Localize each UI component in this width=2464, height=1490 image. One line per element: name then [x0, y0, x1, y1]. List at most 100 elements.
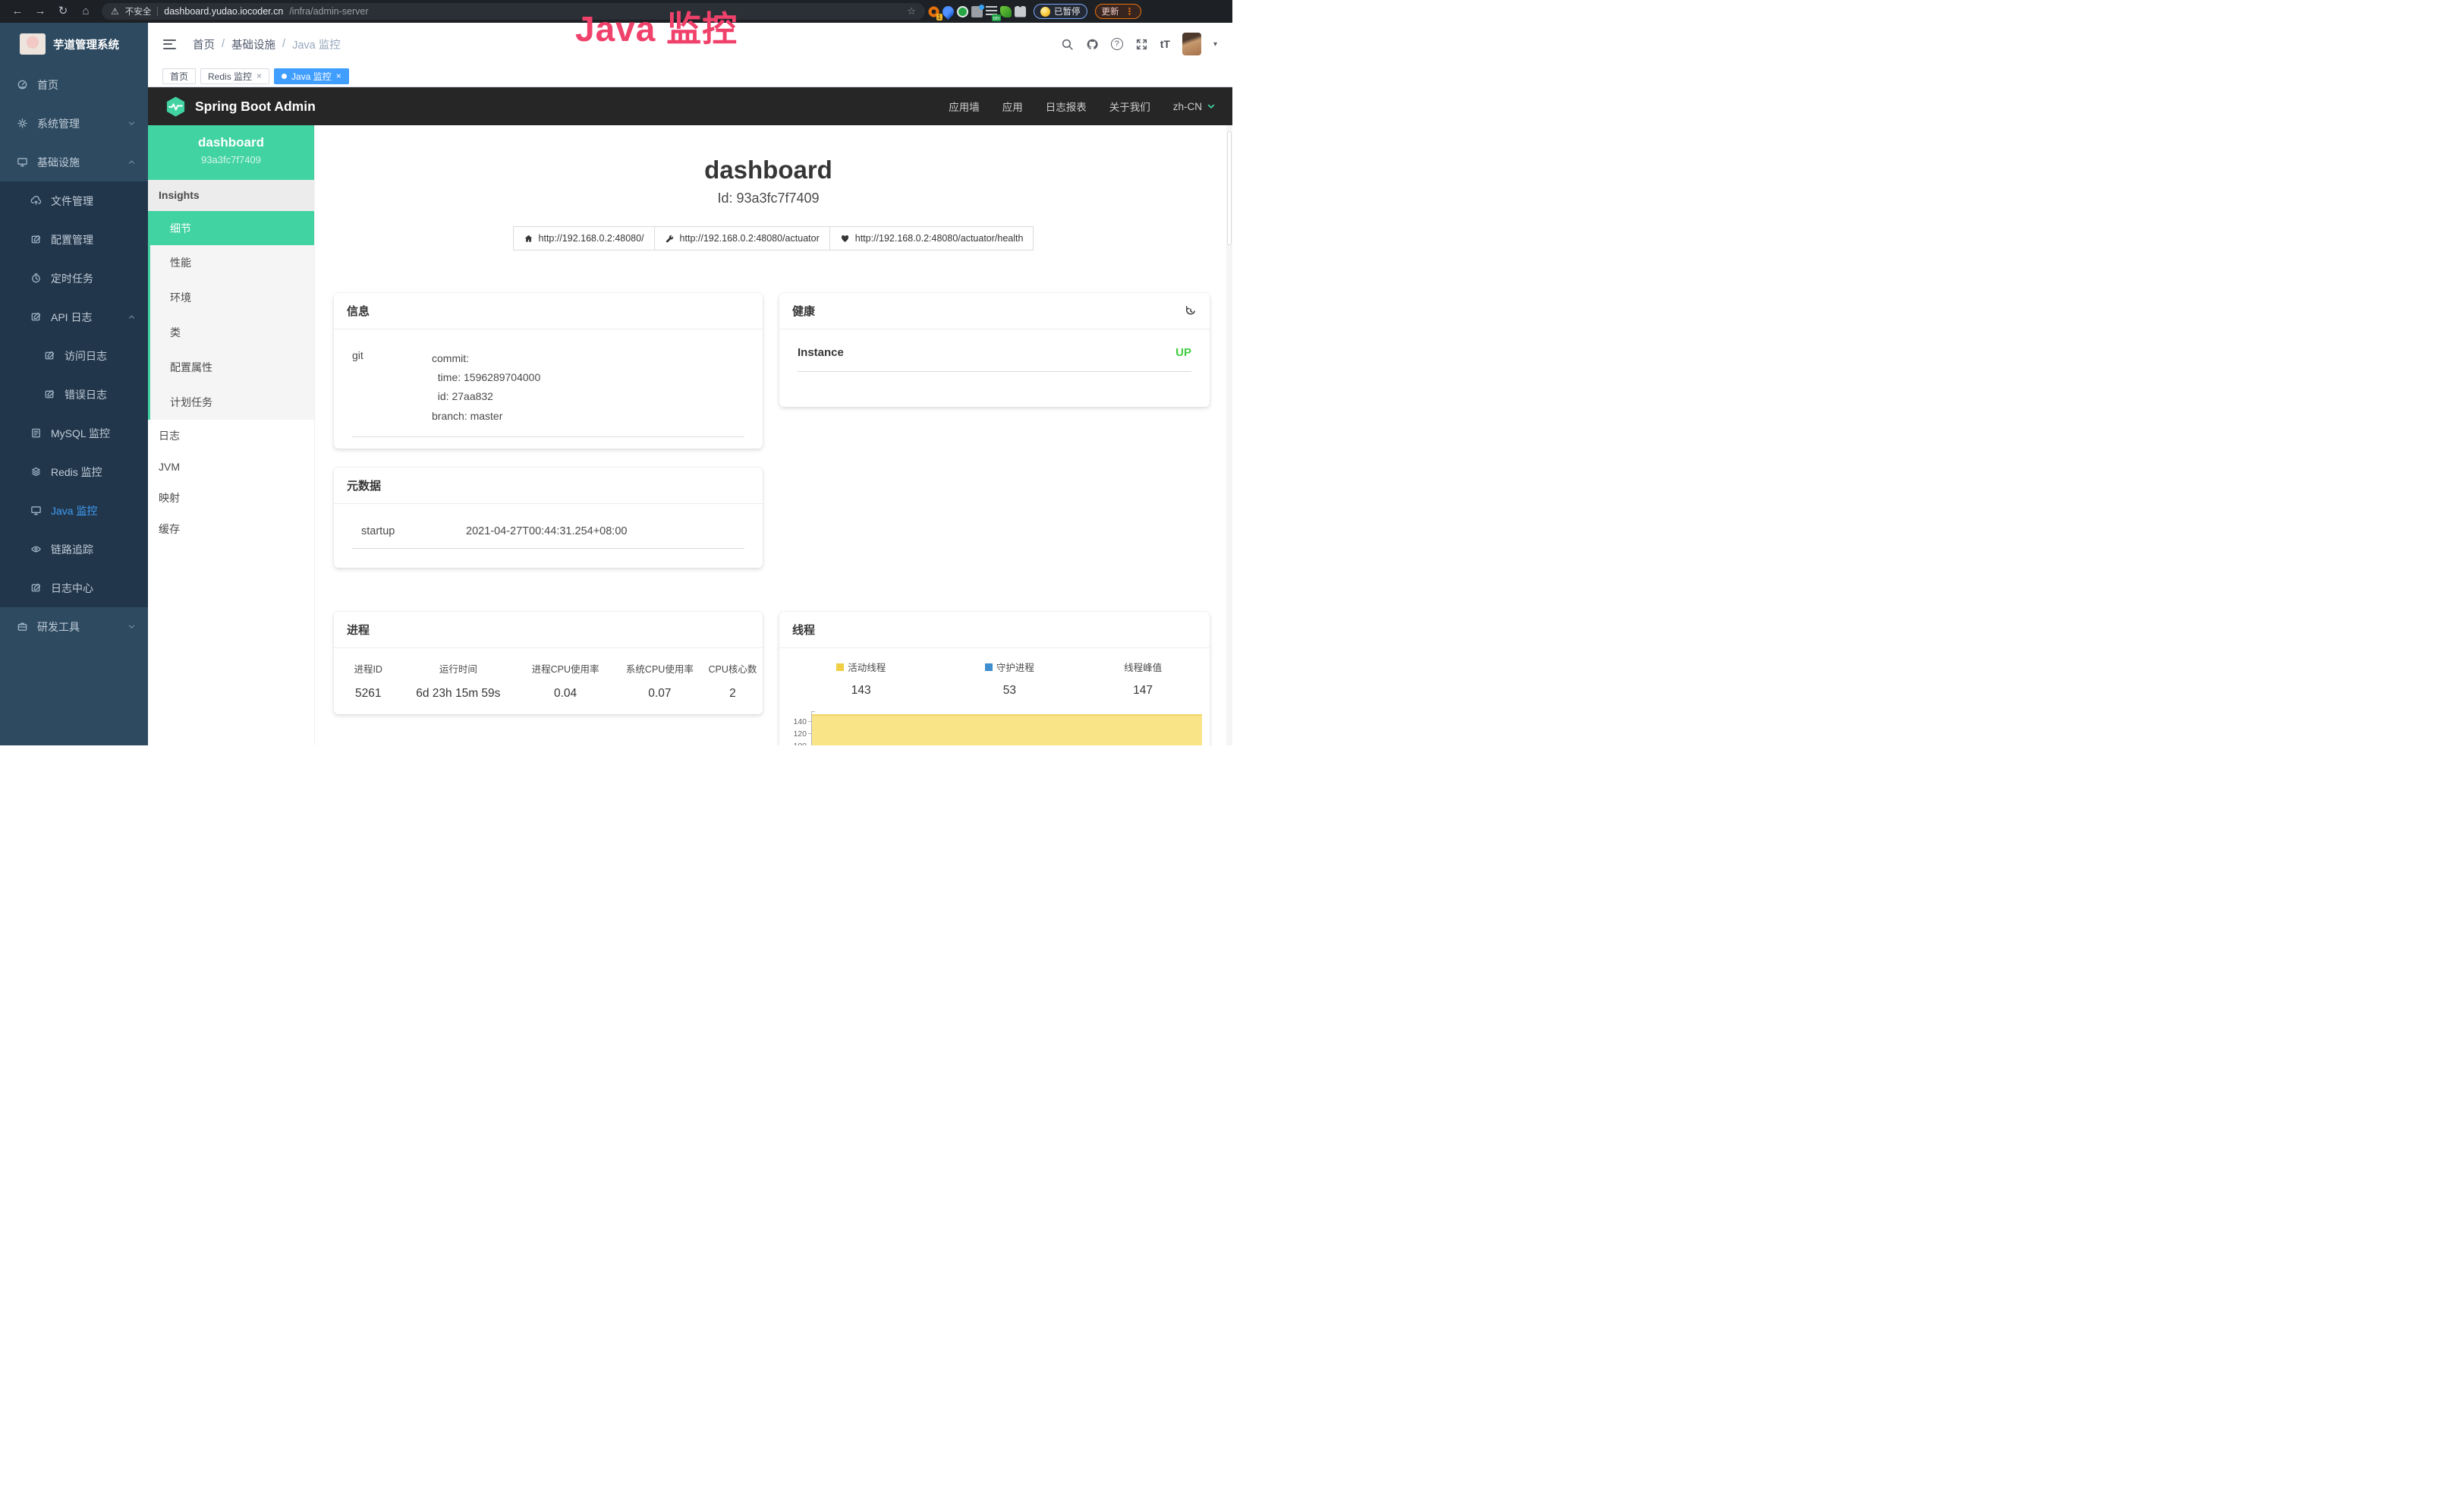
sba-section-insights[interactable]: Insights [148, 180, 314, 211]
sidebar-item-label: 定时任务 [51, 271, 93, 286]
heart-icon [840, 234, 850, 244]
health-url-button[interactable]: http://192.168.0.2:48080/actuator/health [829, 226, 1034, 250]
extension-icon[interactable]: 1 [928, 6, 939, 17]
divider [157, 7, 158, 16]
fullscreen-icon[interactable] [1135, 38, 1148, 51]
dashboard-icon [17, 79, 28, 90]
sba-nav-applications[interactable]: 应用 [1002, 99, 1023, 114]
service-url-button[interactable]: http://192.168.0.2:48080/ [513, 226, 655, 250]
spring-boot-admin-logo-icon [165, 96, 187, 118]
list-extension-icon[interactable]: on [986, 6, 997, 17]
sidebar-item-apilog[interactable]: API 日志 [0, 298, 148, 336]
chevron-down-icon [1207, 102, 1216, 111]
sba-brand-title[interactable]: Spring Boot Admin [195, 99, 316, 115]
sidebar-item-label: 链路追踪 [51, 542, 93, 557]
sba-item-metrics[interactable]: 性能 [150, 245, 314, 280]
live-threads-area [812, 714, 1202, 745]
sba-nav-journal[interactable]: 日志报表 [1046, 99, 1087, 114]
sba-item-mappings[interactable]: 映射 [148, 482, 314, 513]
sidebar-item-accesslog[interactable]: 访问日志 [0, 336, 148, 375]
browser-update-button[interactable]: 更新 ⋮ [1095, 4, 1141, 19]
sidebar-item-devtools[interactable]: 研发工具 [0, 607, 148, 646]
browser-forward-icon[interactable]: → [30, 0, 50, 23]
sidebar-item-logcenter[interactable]: 日志中心 [0, 569, 148, 607]
info-key: git [352, 349, 432, 426]
profile-paused-chip[interactable]: 已暂停 [1034, 4, 1087, 19]
legend-peak: 线程峰值 [1076, 660, 1210, 674]
sidebar-item-trace[interactable]: 链路追踪 [0, 530, 148, 569]
user-avatar[interactable] [1182, 33, 1201, 55]
menu-dots-icon[interactable]: ⋮ [1125, 6, 1134, 17]
tag-tab-home[interactable]: 首页 [162, 68, 196, 84]
sba-item-scheduled[interactable]: 计划任务 [150, 385, 314, 420]
sba-item-environment[interactable]: 环境 [150, 280, 314, 315]
sba-nav-wall[interactable]: 应用墙 [949, 99, 980, 114]
pin-extension-icon[interactable] [940, 3, 956, 19]
health-card: 健康 Instance UP [779, 293, 1210, 407]
process-headers: 进程ID 运行时间 进程CPU使用率 系统CPU使用率 CPU核心数 [334, 661, 763, 676]
language-selector[interactable]: zh-CN [1173, 101, 1216, 112]
security-label[interactable]: 不安全 [125, 5, 152, 17]
col-header: 运行时间 [402, 661, 514, 676]
sidebar-item-redis[interactable]: Redis 监控 [0, 452, 148, 491]
sba-item-caches[interactable]: 缓存 [148, 513, 314, 544]
sidebar-item-infra[interactable]: 基础设施 [0, 143, 148, 181]
actuator-url-button[interactable]: http://192.168.0.2:48080/actuator [654, 226, 830, 250]
browser-reload-icon[interactable]: ↻ [53, 0, 73, 23]
breadcrumb-infra[interactable]: 基础设施 [231, 36, 275, 52]
sidebar-item-label: MySQL 监控 [51, 426, 110, 441]
info-row-git: git commit: time: 1596289704000 id: 27aa… [352, 349, 744, 437]
breadcrumb-home[interactable]: 首页 [193, 36, 215, 52]
instance-header[interactable]: dashboard 93a3fc7f7409 [148, 125, 314, 180]
instance-links: http://192.168.0.2:48080/ http://192.168… [514, 226, 1034, 250]
scrollbar[interactable] [1226, 125, 1232, 745]
grid-extension-icon[interactable] [971, 6, 983, 17]
legend-live: 活动线程 [779, 660, 942, 674]
history-icon[interactable] [1185, 305, 1197, 317]
sidebar-item-mysql[interactable]: MySQL 监控 [0, 414, 148, 452]
search-icon[interactable] [1061, 38, 1074, 51]
sidebar-item-system[interactable]: 系统管理 [0, 104, 148, 143]
close-icon[interactable]: × [256, 71, 262, 81]
sidebar-item-errorlog[interactable]: 错误日志 [0, 375, 148, 414]
app-logo-row[interactable]: 芋道管理系统 [0, 23, 148, 65]
sba-navbar: Spring Boot Admin 应用墙 应用 日志报表 关于我们 zh-CN [148, 87, 1232, 125]
v-extension-icon[interactable] [957, 6, 968, 17]
address-bar[interactable]: ⚠ 不安全 dashboard.yudao.iocoder.cn/infra/a… [102, 3, 925, 20]
service-url: http://192.168.0.2:48080/ [539, 233, 644, 244]
tag-tab-java[interactable]: Java 监控 × [274, 68, 349, 84]
sidebar-item-home[interactable]: 首页 [0, 65, 148, 104]
sidebar-item-job[interactable]: 定时任务 [0, 259, 148, 298]
sidebar-item-label: API 日志 [51, 310, 92, 325]
sba-item-logs[interactable]: 日志 [148, 420, 314, 451]
sidebar-item-java[interactable]: Java 监控 [0, 491, 148, 530]
leaf-extension-icon[interactable] [1000, 6, 1012, 17]
sba-nav-about[interactable]: 关于我们 [1109, 99, 1150, 114]
peak-threads-value: 147 [1076, 684, 1210, 698]
collapse-sidebar-icon[interactable] [163, 39, 176, 49]
close-icon[interactable]: × [336, 71, 341, 81]
instance-name: dashboard [148, 135, 314, 150]
url-path: /infra/admin-server [289, 6, 368, 17]
sba-item-classes[interactable]: 类 [150, 315, 314, 350]
scrollbar-thumb[interactable] [1227, 131, 1232, 245]
caret-down-icon[interactable]: ▾ [1213, 40, 1217, 49]
tag-tab-redis[interactable]: Redis 监控 × [200, 68, 269, 84]
layers-icon [30, 466, 42, 477]
sidebar-item-file[interactable]: 文件管理 [0, 181, 148, 220]
font-size-icon[interactable]: tT [1160, 38, 1170, 50]
bookmark-star-icon[interactable]: ☆ [907, 5, 916, 17]
document-edit-icon [30, 582, 42, 594]
health-row-instance[interactable]: Instance UP [798, 346, 1191, 372]
browser-back-icon[interactable]: ← [8, 0, 27, 23]
sba-item-configprops[interactable]: 配置属性 [150, 350, 314, 385]
extensions-puzzle-icon[interactable] [1015, 6, 1026, 17]
github-icon[interactable] [1086, 38, 1099, 51]
threads-legend: 活动线程 守护进程 线程峰值 [779, 660, 1210, 674]
sba-item-jvm[interactable]: JVM [148, 451, 314, 482]
language-label: zh-CN [1173, 101, 1202, 112]
help-icon[interactable]: ? [1111, 38, 1123, 50]
sba-item-details[interactable]: 细节 [150, 211, 314, 245]
browser-home-icon[interactable]: ⌂ [76, 0, 96, 23]
sidebar-item-config[interactable]: 配置管理 [0, 220, 148, 259]
